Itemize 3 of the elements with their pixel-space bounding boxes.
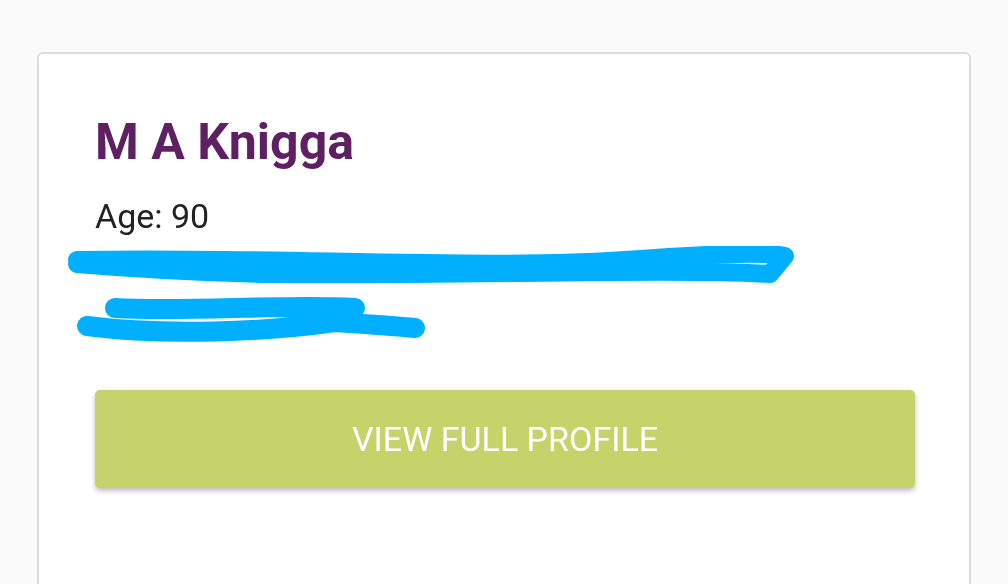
view-profile-button[interactable]: VIEW FULL PROFILE — [95, 390, 915, 488]
profile-name: M A Knigga — [95, 112, 354, 173]
age-text: Age: 90 — [95, 195, 210, 238]
